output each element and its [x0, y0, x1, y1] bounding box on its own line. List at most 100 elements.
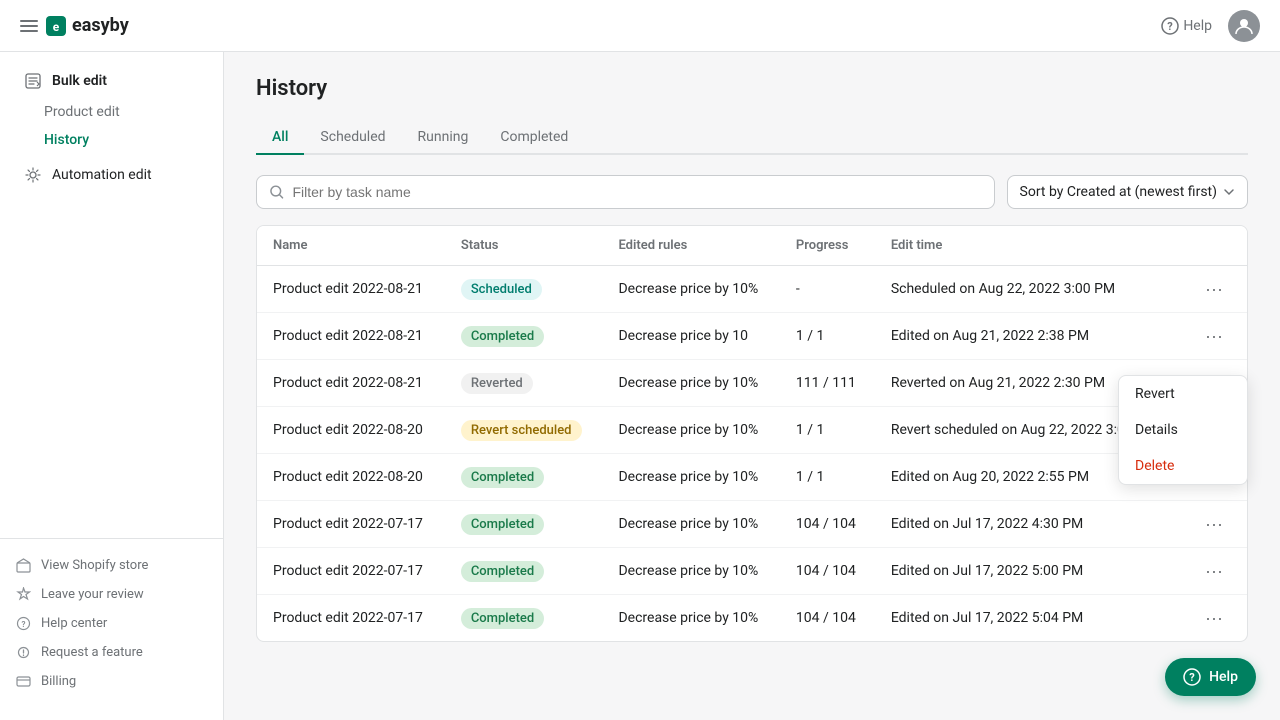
more-button[interactable]: ···: [1199, 607, 1229, 629]
table-row: Product edit 2022-07-17 Completed Decrea…: [257, 501, 1247, 548]
hamburger-menu[interactable]: [20, 20, 38, 32]
table-row: Product edit 2022-07-17 Completed Decrea…: [257, 548, 1247, 595]
status-badge: Completed: [461, 326, 544, 347]
sidebar-bottom: View Shopify store Leave your review ? H…: [0, 538, 223, 708]
feature-icon: [16, 645, 31, 660]
dropdown-revert[interactable]: Revert: [1119, 376, 1247, 412]
table: Name Status Edited rules Progress Edit t…: [257, 226, 1247, 641]
search-sort-bar: Sort by Created at (newest first): [256, 175, 1248, 209]
sort-select[interactable]: Sort by Created at (newest first): [1007, 175, 1248, 209]
cell-edited-rules: Decrease price by 10%: [602, 407, 779, 454]
bulk-edit-label: Bulk edit: [52, 73, 107, 89]
status-badge: Completed: [461, 561, 544, 582]
cell-edited-rules: Decrease price by 10%: [602, 266, 779, 313]
cell-name: Product edit 2022-08-21: [257, 360, 445, 407]
sidebar-leave-review[interactable]: Leave your review: [0, 580, 223, 609]
help-circle-icon: ?: [1161, 17, 1179, 35]
page-title: History: [256, 76, 1248, 101]
cell-more: ···: [1183, 501, 1247, 548]
table-row: Product edit 2022-08-20 Completed Decrea…: [257, 454, 1247, 501]
col-edit-time: Edit time: [875, 226, 1183, 266]
cell-progress: 104 / 104: [780, 548, 875, 595]
tab-all[interactable]: All: [256, 121, 304, 155]
help-float-icon: ?: [1183, 668, 1201, 686]
more-button[interactable]: ···: [1199, 513, 1229, 535]
tab-scheduled[interactable]: Scheduled: [304, 121, 401, 155]
review-icon: [16, 587, 31, 602]
cell-status: Completed: [445, 454, 603, 501]
cell-edited-rules: Decrease price by 10%: [602, 501, 779, 548]
avatar[interactable]: [1228, 10, 1260, 42]
help-icon: ?: [16, 616, 31, 631]
table-header-row: Name Status Edited rules Progress Edit t…: [257, 226, 1247, 266]
search-input[interactable]: [292, 184, 981, 200]
table-row: Product edit 2022-08-20 Revert scheduled…: [257, 407, 1247, 454]
tab-running[interactable]: Running: [402, 121, 485, 155]
sidebar: Bulk edit Product edit History Automatio…: [0, 52, 224, 720]
sidebar-item-bulk-edit[interactable]: Bulk edit: [8, 64, 215, 98]
status-badge: Reverted: [461, 373, 533, 394]
cell-progress: -: [780, 266, 875, 313]
history-label: History: [44, 132, 89, 148]
dropdown-details[interactable]: Details: [1119, 412, 1247, 448]
cell-progress: 1 / 1: [780, 407, 875, 454]
sidebar-item-history[interactable]: History: [0, 126, 223, 154]
sidebar-help-center[interactable]: ? Help center: [0, 609, 223, 638]
status-badge: Completed: [461, 608, 544, 629]
table-row: Product edit 2022-07-17 Completed Decrea…: [257, 595, 1247, 642]
cell-progress: 1 / 1: [780, 454, 875, 501]
sidebar-item-product-edit[interactable]: Product edit: [0, 98, 223, 126]
more-button[interactable]: ···: [1199, 560, 1229, 582]
cell-progress: 104 / 104: [780, 501, 875, 548]
history-table: Name Status Edited rules Progress Edit t…: [256, 225, 1248, 642]
cell-edited-rules: Decrease price by 10%: [602, 360, 779, 407]
user-icon: [1234, 16, 1254, 36]
cell-more: ···: [1183, 313, 1247, 360]
cell-edit-time: Edited on Jul 17, 2022 4:30 PM: [875, 501, 1183, 548]
cell-progress: 111 / 111: [780, 360, 875, 407]
cell-edit-time: Edited on Jul 17, 2022 5:04 PM: [875, 595, 1183, 642]
cell-name: Product edit 2022-08-21: [257, 313, 445, 360]
search-box: [256, 175, 995, 209]
table-row: Product edit 2022-08-21 Completed Decrea…: [257, 313, 1247, 360]
cell-status: Completed: [445, 501, 603, 548]
cell-edited-rules: Decrease price by 10%: [602, 454, 779, 501]
cell-name: Product edit 2022-08-20: [257, 407, 445, 454]
sidebar-request-feature[interactable]: Request a feature: [0, 638, 223, 667]
billing-icon: [16, 674, 31, 689]
automation-icon: [24, 166, 42, 184]
help-button[interactable]: ? Help: [1161, 17, 1212, 35]
status-badge: Completed: [461, 467, 544, 488]
cell-edit-time: Scheduled on Aug 22, 2022 3:00 PM: [875, 266, 1183, 313]
cell-progress: 104 / 104: [780, 595, 875, 642]
sidebar-view-store[interactable]: View Shopify store: [0, 551, 223, 580]
more-button[interactable]: ···: [1199, 278, 1229, 300]
dropdown-menu: Revert Details Delete: [1118, 375, 1248, 485]
status-badge: Scheduled: [461, 279, 542, 300]
status-badge: Revert scheduled: [461, 420, 582, 441]
svg-text:?: ?: [1168, 20, 1174, 33]
logo-icon: e: [46, 16, 66, 36]
topbar-left: e easyby: [20, 15, 129, 36]
table-row: Product edit 2022-08-21 Reverted Decreas…: [257, 360, 1247, 407]
more-button[interactable]: ···: [1199, 325, 1229, 347]
svg-text:?: ?: [1189, 671, 1195, 684]
cell-edit-time: Edited on Aug 21, 2022 2:38 PM: [875, 313, 1183, 360]
app-logo: e easyby: [46, 15, 129, 36]
layout: Bulk edit Product edit History Automatio…: [0, 52, 1280, 720]
store-icon: [16, 558, 31, 573]
cell-more: ···: [1183, 595, 1247, 642]
cell-status: Completed: [445, 548, 603, 595]
col-actions: [1183, 226, 1247, 266]
tab-completed[interactable]: Completed: [484, 121, 584, 155]
cell-more: ···: [1183, 548, 1247, 595]
cell-edited-rules: Decrease price by 10%: [602, 548, 779, 595]
sidebar-billing[interactable]: Billing: [0, 667, 223, 696]
dropdown-delete[interactable]: Delete: [1119, 448, 1247, 484]
topbar-right: ? Help: [1161, 10, 1260, 42]
topbar: e easyby ? Help: [0, 0, 1280, 52]
help-float-button[interactable]: ? Help: [1165, 658, 1256, 696]
cell-status: Scheduled: [445, 266, 603, 313]
product-edit-label: Product edit: [44, 104, 120, 120]
sidebar-item-automation-edit[interactable]: Automation edit: [8, 158, 215, 192]
